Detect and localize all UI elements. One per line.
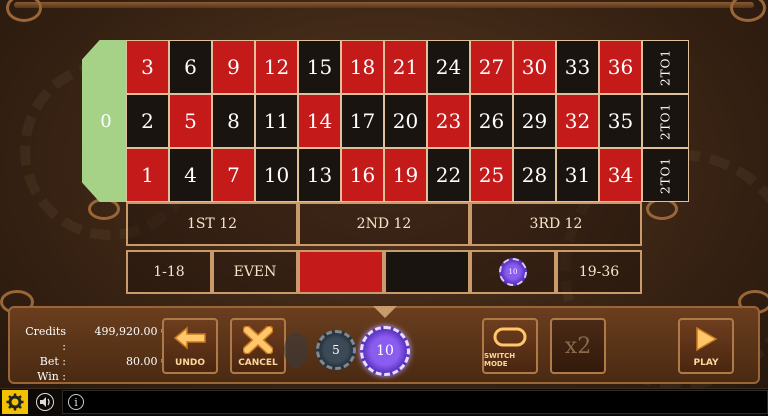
bet-number-32[interactable]: 32 — [556, 94, 599, 148]
bet-black[interactable] — [384, 250, 470, 294]
bet-number-21[interactable]: 21 — [384, 40, 427, 94]
number-grid: 3 6 9 12 15 18 21 24 27 30 33 36 2TO1 2 5 8 11 14 17 20 23 26… — [126, 40, 689, 202]
placed-chip: 10 — [499, 258, 527, 286]
switch-icon — [492, 326, 528, 351]
bet-number-10[interactable]: 10 — [255, 148, 298, 202]
undo-label: UNDO — [175, 358, 205, 368]
credits-value: 499,920.00 € — [94, 325, 168, 338]
win-value — [72, 369, 168, 384]
info-icon[interactable]: i — [68, 394, 84, 410]
bet-number-25[interactable]: 25 — [470, 148, 513, 202]
bet-number-4[interactable]: 4 — [169, 148, 212, 202]
play-icon — [694, 326, 718, 355]
close-icon — [242, 325, 274, 357]
bet-high[interactable]: 19-36 — [556, 250, 642, 294]
undo-button[interactable]: UNDO — [162, 318, 218, 374]
bet-column-2[interactable]: 2TO1 — [642, 94, 689, 148]
play-button[interactable]: PLAY — [678, 318, 734, 374]
bet-number-31[interactable]: 31 — [556, 148, 599, 202]
credits-label: Credits : — [25, 325, 66, 353]
bet-column-3[interactable]: 2TO1 — [642, 148, 689, 202]
cancel-button[interactable]: CANCEL — [230, 318, 286, 374]
bet-number-3[interactable]: 3 — [126, 40, 169, 94]
bet-number-27[interactable]: 27 — [470, 40, 513, 94]
info-bar: i — [62, 390, 768, 414]
bet-number-29[interactable]: 29 — [513, 94, 556, 148]
switch-mode-label: SWITCH MODE — [484, 352, 516, 368]
bet-number-36[interactable]: 36 — [599, 40, 642, 94]
bet-number-13[interactable]: 13 — [298, 148, 341, 202]
bet-number-5[interactable]: 5 — [169, 94, 212, 148]
bet-number-35[interactable]: 35 — [599, 94, 642, 148]
balance-info: Credits : 499,920.00 € Bet : 80.00 € Win : — [20, 324, 168, 384]
bet-low[interactable]: 1-18 — [126, 250, 212, 294]
bet-number-7[interactable]: 7 — [212, 148, 255, 202]
bet-odd[interactable]: 10 — [470, 250, 556, 294]
double-bet-button[interactable]: x2 — [550, 318, 606, 374]
speaker-icon[interactable] — [32, 390, 58, 414]
bet-number-16[interactable]: 16 — [341, 148, 384, 202]
bet-second-dozen[interactable]: 2ND 12 — [298, 202, 470, 246]
bet-even[interactable]: EVEN — [212, 250, 298, 294]
bet-number-9[interactable]: 9 — [212, 40, 255, 94]
play-label: PLAY — [693, 358, 719, 368]
bet-number-1[interactable]: 1 — [126, 148, 169, 202]
bet-value: 80.00 € — [126, 355, 168, 368]
bet-number-18[interactable]: 18 — [341, 40, 384, 94]
bet-number-17[interactable]: 17 — [341, 94, 384, 148]
bet-number-19[interactable]: 19 — [384, 148, 427, 202]
bet-number-22[interactable]: 22 — [427, 148, 470, 202]
bet-number-8[interactable]: 8 — [212, 94, 255, 148]
switch-mode-button[interactable]: SWITCH MODE — [482, 318, 538, 374]
bet-first-dozen[interactable]: 1ST 12 — [126, 202, 298, 246]
bet-number-6[interactable]: 6 — [169, 40, 212, 94]
arrow-left-icon — [173, 326, 207, 353]
bet-number-11[interactable]: 11 — [255, 94, 298, 148]
win-label: Win : — [37, 370, 66, 383]
bet-number-23[interactable]: 23 — [427, 94, 470, 148]
bet-label: Bet : — [39, 355, 66, 368]
bet-third-dozen[interactable]: 3RD 12 — [470, 202, 642, 246]
bet-zero[interactable]: 0 — [82, 40, 126, 202]
chip-hidden[interactable] — [284, 332, 308, 368]
bet-number-12[interactable]: 12 — [255, 40, 298, 94]
cancel-label: CANCEL — [238, 358, 278, 368]
dozen-bets: 1ST 12 2ND 12 3RD 12 — [126, 202, 642, 246]
bet-number-20[interactable]: 20 — [384, 94, 427, 148]
bet-number-24[interactable]: 24 — [427, 40, 470, 94]
bet-number-26[interactable]: 26 — [470, 94, 513, 148]
bet-number-30[interactable]: 30 — [513, 40, 556, 94]
bet-number-34[interactable]: 34 — [599, 148, 642, 202]
bet-number-15[interactable]: 15 — [298, 40, 341, 94]
chip-5[interactable]: 5 — [316, 330, 356, 370]
bet-red[interactable] — [298, 250, 384, 294]
bet-number-33[interactable]: 33 — [556, 40, 599, 94]
bet-column-1[interactable]: 2TO1 — [642, 40, 689, 94]
frame-top-bar — [14, 2, 754, 8]
chip-10-selected[interactable]: 10 — [360, 326, 410, 376]
bet-number-14[interactable]: 14 — [298, 94, 341, 148]
outside-bets: 1-18 EVEN 10 19-36 — [126, 250, 642, 294]
selected-chip-pointer — [373, 306, 397, 318]
gear-icon[interactable] — [2, 390, 28, 414]
bet-number-2[interactable]: 2 — [126, 94, 169, 148]
bet-number-28[interactable]: 28 — [513, 148, 556, 202]
